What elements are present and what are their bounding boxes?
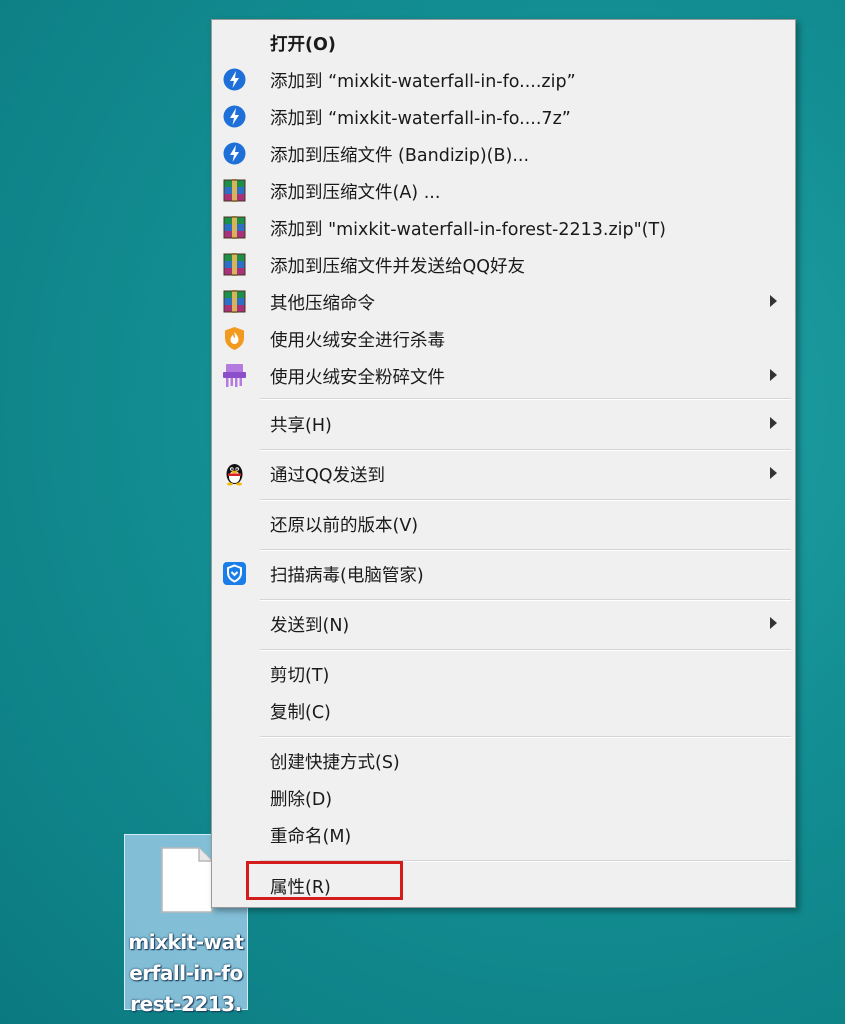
menu-item-label: 发送到(N) (270, 616, 350, 636)
menu-item-label: 创建快捷方式(S) (270, 753, 400, 773)
menu-separator (260, 599, 791, 601)
menu-item-send-to[interactable]: 发送到(N) (212, 605, 795, 642)
menu-item-label: 还原以前的版本(V) (270, 516, 419, 536)
menu-item-compress-send-qq[interactable]: 添加到压缩文件并发送给QQ好友 (212, 246, 795, 283)
menu-item-add-to-archive-winrar[interactable]: 添加到压缩文件(A) ... (212, 172, 795, 209)
menu-item-add-to-archive-bandizip[interactable]: 添加到压缩文件 (Bandizip)(B)... (212, 135, 795, 172)
submenu-arrow-icon (770, 467, 777, 479)
document-icon (161, 847, 213, 913)
submenu-arrow-icon (770, 369, 777, 381)
bandizip-icon (223, 142, 246, 165)
menu-item-huorong-scan[interactable]: 使用火绒安全进行杀毒 (212, 320, 795, 357)
bandizip-icon (223, 68, 246, 91)
menu-item-other-compression[interactable]: 其他压缩命令 (212, 283, 795, 320)
file-shredder-icon (223, 364, 246, 387)
winrar-icon (223, 179, 246, 202)
menu-item-create-shortcut[interactable]: 创建快捷方式(S) (212, 742, 795, 779)
menu-item-add-to-zip[interactable]: 添加到 “mixkit-waterfall-in-fo....zip” (212, 61, 795, 98)
menu-item-rename[interactable]: 重命名(M) (212, 816, 795, 853)
menu-item-delete[interactable]: 删除(D) (212, 779, 795, 816)
bandizip-icon (223, 105, 246, 128)
menu-item-label: 剪切(T) (270, 666, 330, 686)
winrar-icon (223, 216, 246, 239)
submenu-arrow-icon (770, 417, 777, 429)
menu-item-label: 打开(O) (270, 35, 336, 55)
menu-separator (260, 649, 791, 651)
properties-highlight-box (246, 861, 403, 900)
menu-item-label: 添加到 “mixkit-waterfall-in-fo....7z” (270, 109, 571, 129)
menu-item-add-to-named-zip[interactable]: 添加到 "mixkit-waterfall-in-forest-2213.zip… (212, 209, 795, 246)
menu-item-label: 添加到压缩文件(A) ... (270, 183, 441, 203)
qq-penguin-icon (226, 464, 243, 486)
winrar-icon (223, 253, 246, 276)
menu-item-share[interactable]: 共享(H) (212, 405, 795, 442)
menu-item-add-to-7z[interactable]: 添加到 “mixkit-waterfall-in-fo....7z” (212, 98, 795, 135)
menu-item-label: 复制(C) (270, 703, 331, 723)
menu-item-label: 添加到 “mixkit-waterfall-in-fo....zip” (270, 72, 576, 92)
menu-item-cut[interactable]: 剪切(T) (212, 655, 795, 692)
menu-item-label: 使用火绒安全粉碎文件 (270, 368, 445, 388)
menu-item-label: 添加到压缩文件 (Bandizip)(B)... (270, 146, 530, 166)
menu-item-huorong-shred[interactable]: 使用火绒安全粉碎文件 (212, 357, 795, 394)
menu-item-label: 共享(H) (270, 416, 332, 436)
menu-item-scan-virus[interactable]: 扫描病毒(电脑管家) (212, 555, 795, 592)
menu-separator (260, 449, 791, 451)
context-menu: 打开(O) 添加到 “mixkit-waterfall-in-fo....zip… (211, 19, 796, 908)
menu-item-copy[interactable]: 复制(C) (212, 692, 795, 729)
menu-separator (260, 736, 791, 738)
menu-item-restore-previous-versions[interactable]: 还原以前的版本(V) (212, 505, 795, 542)
menu-item-label: 使用火绒安全进行杀毒 (270, 331, 445, 351)
desktop-file-label: mixkit-waterfall-in-forest-2213. (128, 930, 244, 1016)
menu-item-send-via-qq[interactable]: 通过QQ发送到 (212, 455, 795, 492)
huorong-shield-icon (225, 327, 244, 350)
tencent-pc-manager-icon (223, 562, 246, 585)
menu-separator (260, 499, 791, 501)
menu-separator (260, 398, 791, 400)
menu-item-label: 通过QQ发送到 (270, 466, 386, 486)
submenu-arrow-icon (770, 295, 777, 307)
menu-item-label: 重命名(M) (270, 827, 352, 847)
menu-item-open[interactable]: 打开(O) (212, 24, 795, 61)
menu-item-label: 其他压缩命令 (270, 294, 375, 314)
menu-item-label: 添加到 "mixkit-waterfall-in-forest-2213.zip… (270, 220, 666, 240)
winrar-icon (223, 290, 246, 313)
submenu-arrow-icon (770, 617, 777, 629)
menu-item-label: 删除(D) (270, 790, 333, 810)
menu-item-label: 添加到压缩文件并发送给QQ好友 (270, 257, 526, 277)
menu-item-label: 扫描病毒(电脑管家) (270, 566, 424, 586)
menu-separator (260, 549, 791, 551)
